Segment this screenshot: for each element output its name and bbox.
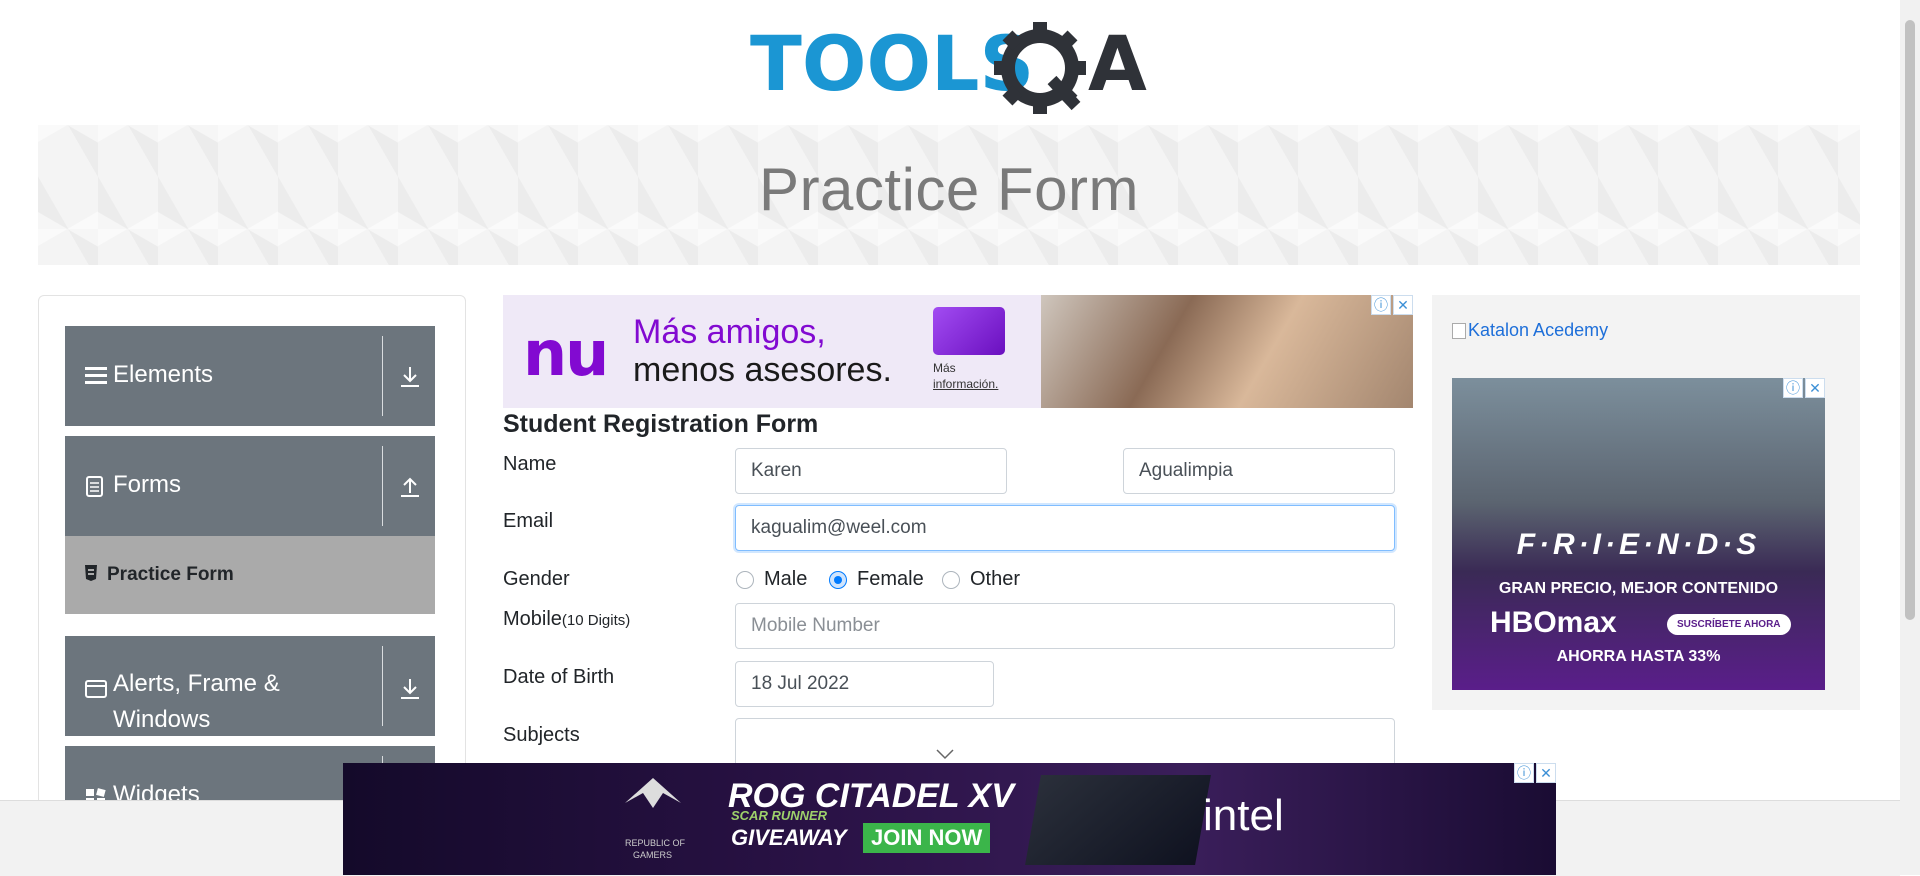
sidebar-group-forms[interactable]: Forms [65,436,435,536]
sidebar-group-alerts[interactable]: Alerts, Frame & Windows [65,636,435,736]
subjects-label: Subjects [503,724,580,746]
page-title: Practice Form [759,156,1139,223]
radio-label: Other [970,568,1021,590]
ad-cta-line2: información. [933,377,999,391]
ad-info-icon[interactable]: ⓘ [1783,378,1803,398]
page-banner: Practice Form [38,125,1860,265]
divider [382,336,383,416]
ad-controls: ⓘ ✕ [1514,763,1556,783]
sidebar-group-label: Elements [113,361,214,388]
ad-join-button[interactable]: JOIN NOW [863,823,991,853]
sidebar-item-practice-form[interactable]: Practice Form [65,536,435,614]
last-name-input[interactable]: Agualimpia [1123,448,1395,494]
sidebar-group-elements[interactable]: Elements [65,326,435,426]
subjects-input[interactable] [735,718,1395,768]
ad-intel-logo: intel [1203,791,1284,840]
email-label: Email [503,510,554,532]
gender-radio-male[interactable]: Male [736,568,807,591]
form-icon [83,564,99,588]
document-icon [85,476,105,505]
ad-sub-text-2: GAMERS [633,850,673,860]
ad-sub-text-1: REPUBLIC OF [625,838,686,848]
window-icon [85,678,107,706]
ad-brand-hbomax: HBOmax [1490,606,1617,639]
ad-product-subtitle: SCAR RUNNER [731,808,828,823]
gender-radio-other[interactable]: Other [942,568,1020,591]
ad-controls: ⓘ ✕ [1371,295,1413,315]
radio-button[interactable] [942,570,960,589]
ad-info-icon[interactable]: ⓘ [1514,763,1534,783]
ad-controls: ⓘ ✕ [1783,378,1825,398]
download-arrow-icon[interactable] [397,676,423,702]
broken-image-icon [1452,323,1466,340]
sidebar-group-label: Forms [113,471,181,498]
radio-label: Male [764,568,808,590]
date-of-birth-input[interactable]: 18 Jul 2022 [735,661,994,707]
dob-label: Date of Birth [503,666,615,688]
ad-line1: Más amigos, [633,313,826,351]
laptop-image [1025,775,1211,865]
vertical-scrollbar[interactable] [1900,0,1920,875]
ad-cta-line1: Más [933,361,956,375]
ad-promo-line1: GRAN PRECIO, MEJOR CONTENIDO [1498,580,1779,597]
radio-label: Female [857,568,924,590]
sidebar-item-label: Practice Form [107,564,234,585]
mobile-label: Mobile(10 Digits) [503,608,630,631]
katalon-academy-image[interactable]: Katalon Acedemy [1452,320,1608,341]
ad-close-icon[interactable]: ✕ [1805,378,1825,398]
ad-giveaway: GIVEAWAY [731,825,847,850]
gender-label: Gender [503,568,570,590]
radio-button-selected[interactable] [829,570,847,589]
ad-show-title: F·R·I·E·N·D·S [1516,528,1761,561]
mobile-input[interactable]: Mobile Number [735,603,1395,649]
gear-icon [994,22,1086,114]
divider [382,446,383,526]
sidebar-group-label: Alerts, Frame & [113,670,280,697]
form-title: Student Registration Form [503,410,819,438]
ad-banner-rog[interactable]: REPUBLIC OF GAMERS ROG CITADEL XV SCAR R… [343,763,1556,875]
first-name-input[interactable]: Karen [735,448,1007,494]
email-input[interactable]: kagualim@weel.com [735,505,1395,551]
hamburger-icon [85,364,107,393]
logo-text-tools: TOOLS [750,19,1034,108]
ad-close-icon[interactable]: ✕ [1536,763,1556,783]
divider [382,646,383,726]
gender-radio-female[interactable]: Female [829,568,924,591]
upload-arrow-icon[interactable] [397,474,423,500]
ad-close-icon[interactable]: ✕ [1393,295,1413,315]
toolsqa-logo[interactable]: TOOLS A [750,18,1155,114]
logo-text-a: A [1088,19,1147,108]
ad-banner-nu[interactable]: nu Más amigos, menos asesores. Más infor… [503,295,1413,408]
broken-image-alt: Katalon Acedemy [1468,320,1609,340]
ad-friends-hbomax[interactable]: F·R·I·E·N·D·S GRAN PRECIO, MEJOR CONTENI… [1452,378,1825,690]
ad-sidebar-right[interactable]: Katalon Acedemy F·R·I·E·N·D·S GRAN PRECI… [1432,295,1860,710]
sidebar: Elements Forms Practice Form Alerts, Fra… [38,295,466,817]
scrollbar-thumb[interactable] [1905,20,1915,620]
ad-promo-line2: AHORRA HASTA 33% [1556,648,1721,665]
mobile-label-text: Mobile [503,608,562,630]
radio-button[interactable] [736,570,754,589]
ad-photo-couple [1041,295,1413,408]
ad-info-icon[interactable]: ⓘ [1371,295,1391,315]
credit-card-image [933,307,1005,355]
sidebar-group-label-line2: Windows [113,706,211,733]
ad-brand-nu: nu [523,317,609,390]
rog-logo-icon [623,773,683,813]
ad-line2: menos asesores. [633,351,892,389]
ad-subscribe-button[interactable]: SUSCRÍBETE AHORA [1667,614,1791,635]
name-label: Name [503,453,557,475]
download-arrow-icon[interactable] [397,364,423,390]
mobile-hint: (10 Digits) [561,612,631,629]
